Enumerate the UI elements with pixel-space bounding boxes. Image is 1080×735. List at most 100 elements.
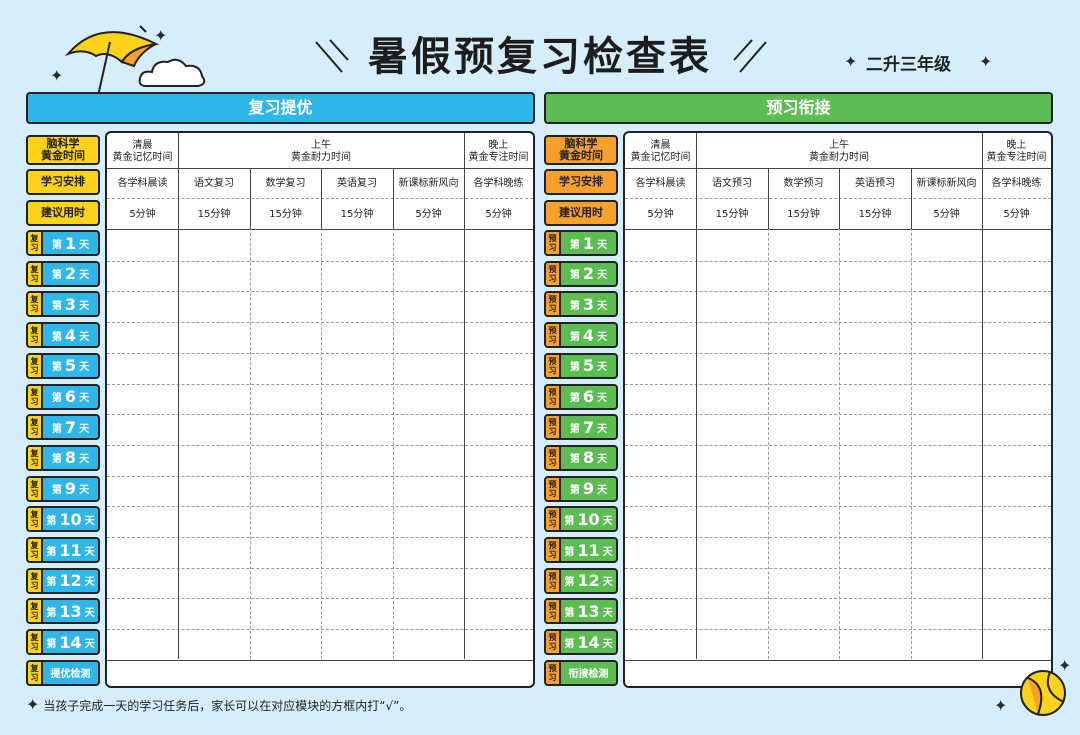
day-tab: 复习第8天 bbox=[26, 444, 100, 471]
section-tag: 复习 bbox=[28, 385, 43, 408]
duration-cell: 15分钟 bbox=[715, 209, 749, 220]
day-label: 第3天 bbox=[569, 294, 608, 314]
time-header: 晚上 黄金专注时间 bbox=[468, 139, 529, 163]
day-tab: 预习第1天 bbox=[544, 230, 618, 256]
section-tag: 复习 bbox=[28, 539, 43, 561]
duration-cell: 5分钟 bbox=[647, 209, 674, 220]
day-label: 第1天 bbox=[51, 233, 90, 253]
sparkle-icon: ✦ bbox=[26, 695, 40, 714]
day-tab: 预习第6天 bbox=[544, 383, 618, 410]
time-header: 清晨 黄金记忆时间 bbox=[112, 139, 173, 163]
grid-line bbox=[625, 383, 1051, 385]
day-tab: 预习第5天 bbox=[544, 352, 618, 379]
preview-banner: 预习衔接 bbox=[544, 92, 1053, 124]
grid-line bbox=[107, 659, 533, 661]
grid-line bbox=[107, 475, 533, 477]
day-number: 1 bbox=[64, 233, 77, 253]
grid-line bbox=[625, 291, 1051, 293]
day-number: 3 bbox=[582, 294, 595, 314]
task-cell: 数学复习 bbox=[265, 178, 306, 189]
day-label: 第6天 bbox=[51, 387, 90, 406]
section-tag: 预习 bbox=[546, 477, 561, 500]
duration-cell: 15分钟 bbox=[197, 209, 231, 220]
grid-line bbox=[107, 168, 533, 169]
day-number: 4 bbox=[64, 325, 77, 345]
grid-line bbox=[107, 598, 533, 600]
section-tag: 预习 bbox=[546, 631, 561, 654]
footnote: ✦ 当孩子完成一天的学习任务后，家长可以在对应模块的方框内打“√”。 bbox=[26, 695, 412, 714]
section-tag: 复习 bbox=[28, 293, 43, 316]
day-tab: 预习第 10 天 bbox=[544, 506, 618, 533]
grid-line bbox=[107, 198, 533, 199]
final-test-tab: 复习提优检测 bbox=[26, 659, 100, 686]
grid-line bbox=[768, 168, 769, 229]
task-cell: 新课标新风向 bbox=[916, 178, 977, 189]
day-tab: 复习第5天 bbox=[26, 352, 100, 379]
day-number: 7 bbox=[582, 417, 595, 437]
sparkle-icon: ✦ bbox=[844, 52, 858, 71]
day-number: 12 bbox=[577, 571, 600, 591]
grid-line bbox=[107, 506, 533, 508]
day-number: 12 bbox=[59, 571, 82, 591]
section-tag: 复习 bbox=[28, 446, 43, 469]
day-tab: 复习第 13 天 bbox=[26, 598, 100, 625]
grid-line bbox=[839, 168, 840, 659]
row-label: 学习安排 bbox=[544, 169, 618, 195]
final-test-label: 提优检测 bbox=[50, 669, 91, 681]
beach-ball-icon bbox=[1020, 670, 1066, 716]
section-tag: 复习 bbox=[28, 477, 43, 500]
day-number: 14 bbox=[577, 632, 600, 652]
section-tag: 复习 bbox=[28, 354, 43, 377]
day-tab: 预习第8天 bbox=[544, 444, 618, 471]
day-label: 第8天 bbox=[51, 448, 90, 468]
final-test-label: 衔接检测 bbox=[568, 669, 609, 681]
review-banner: 复习提优 bbox=[26, 92, 535, 124]
task-cell: 各学科晚练 bbox=[991, 178, 1042, 189]
time-header: 晚上 黄金专注时间 bbox=[986, 139, 1047, 163]
row-label: 建议用时 bbox=[26, 200, 100, 226]
section-tag: 复习 bbox=[28, 324, 43, 347]
section-tag: 复习 bbox=[28, 631, 43, 654]
task-cell: 语文预习 bbox=[712, 178, 752, 189]
day-number: 10 bbox=[59, 509, 82, 529]
day-label: 第7天 bbox=[51, 417, 90, 437]
grid-line bbox=[250, 168, 251, 659]
grid-line bbox=[321, 168, 322, 229]
task-cell: 各学科晨读 bbox=[117, 178, 168, 189]
time-header: 上午 黄金耐力时间 bbox=[809, 139, 869, 163]
grid-line bbox=[625, 506, 1051, 508]
duration-cell: 15分钟 bbox=[787, 209, 820, 220]
grid-line bbox=[625, 198, 1051, 199]
row-label: 学习安排 bbox=[26, 169, 100, 195]
day-number: 4 bbox=[582, 325, 595, 345]
grid-line bbox=[393, 168, 394, 229]
day-label: 第3天 bbox=[51, 294, 90, 314]
day-number: 9 bbox=[582, 479, 595, 499]
grid-line bbox=[107, 352, 533, 354]
grid-line bbox=[625, 260, 1051, 262]
section-tag: 复习 bbox=[28, 600, 43, 623]
day-tab: 预习第2天 bbox=[544, 260, 618, 287]
grid-line bbox=[178, 133, 179, 659]
day-label: 第4天 bbox=[51, 325, 90, 345]
day-tab: 预习第 14 天 bbox=[544, 629, 618, 656]
day-tab: 复习第7天 bbox=[26, 414, 100, 441]
day-number: 9 bbox=[64, 479, 77, 499]
day-number: 11 bbox=[577, 540, 600, 560]
section-tag: 预习 bbox=[546, 661, 561, 684]
day-tab: 复习第4天 bbox=[26, 322, 100, 349]
grid-line bbox=[107, 414, 533, 416]
day-number: 8 bbox=[582, 448, 595, 468]
section-tag: 预习 bbox=[546, 539, 561, 561]
grid-line bbox=[625, 659, 1051, 661]
grid-line bbox=[839, 168, 840, 229]
day-label: 第9天 bbox=[51, 479, 90, 499]
review-checklist-table: 清晨 黄金记忆时间 上午 黄金耐力时间 晚上 黄金专注时间 各学科晨读 语文复习 数学复习 英语复… bbox=[105, 131, 535, 688]
grid-line bbox=[107, 229, 533, 230]
section-tag: 预习 bbox=[546, 600, 561, 623]
task-cell: 各学科晨读 bbox=[635, 178, 686, 189]
grid-line bbox=[696, 133, 697, 659]
grid-line bbox=[625, 322, 1051, 324]
sparkle-icon: ✦ bbox=[994, 696, 1008, 715]
section-tag: 预习 bbox=[546, 262, 561, 285]
